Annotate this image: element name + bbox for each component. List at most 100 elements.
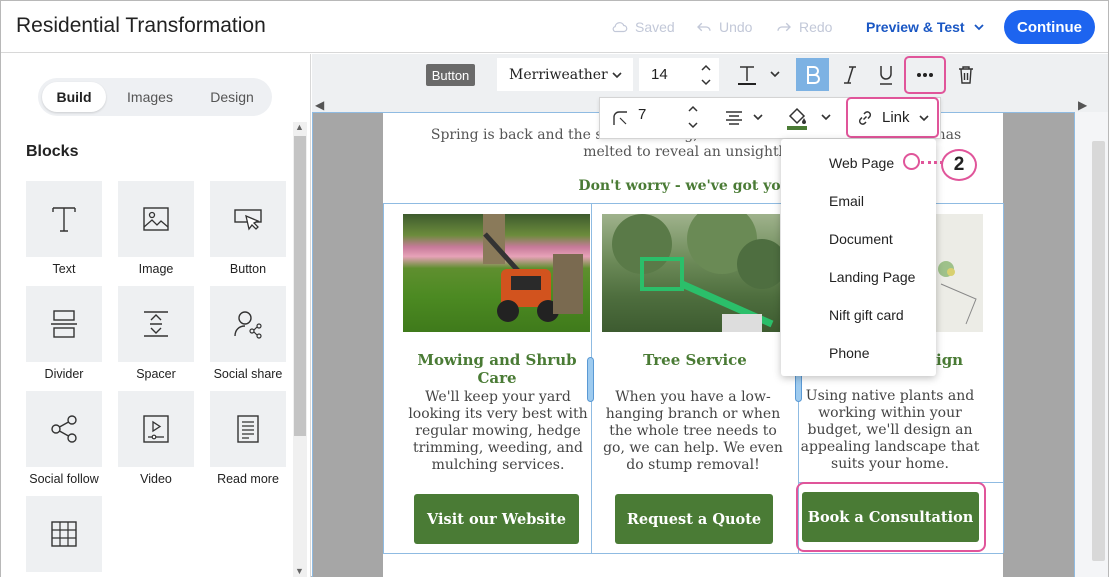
campaign-title[interactable]: Residential Transformation bbox=[16, 14, 266, 38]
preview-test-button[interactable]: Preview & Test bbox=[866, 19, 985, 35]
block-video[interactable] bbox=[118, 391, 194, 467]
text-color-icon bbox=[737, 65, 756, 85]
tab-images[interactable]: Images bbox=[115, 82, 185, 112]
callout-marker bbox=[903, 153, 920, 170]
link-label: Link bbox=[882, 109, 910, 126]
mower-illustration bbox=[483, 214, 583, 322]
menu-item-nift-gift-card[interactable]: Nift gift card bbox=[829, 307, 904, 323]
block-label: Social follow bbox=[29, 472, 99, 486]
section-divider bbox=[383, 553, 1003, 554]
text-icon bbox=[52, 207, 76, 232]
social-share-icon bbox=[234, 311, 262, 339]
stepper-arrows-icon[interactable] bbox=[686, 101, 700, 133]
continue-button[interactable]: Continue bbox=[1004, 10, 1095, 44]
lawn-mowing-photo[interactable] bbox=[403, 214, 590, 332]
read-more-icon bbox=[237, 415, 259, 443]
table-icon bbox=[51, 521, 77, 547]
corner-radius-icon bbox=[612, 110, 627, 125]
block-text[interactable] bbox=[26, 181, 102, 257]
more-options-button[interactable] bbox=[904, 56, 946, 94]
font-size-stepper[interactable]: 14 bbox=[639, 58, 719, 91]
block-social-follow[interactable] bbox=[26, 391, 102, 467]
italic-button[interactable] bbox=[833, 58, 866, 91]
service-description[interactable]: Using native plants and working within y… bbox=[798, 388, 982, 473]
chevron-down-icon[interactable] bbox=[752, 111, 764, 123]
more-icon bbox=[917, 73, 933, 77]
saved-status: Saved bbox=[611, 18, 675, 36]
toolbar-scroll-left-icon[interactable]: ◀ bbox=[315, 98, 324, 112]
redo-button[interactable]: Redo bbox=[775, 18, 832, 36]
block-divider[interactable] bbox=[26, 286, 102, 362]
menu-item-phone[interactable]: Phone bbox=[829, 345, 869, 361]
bold-button[interactable] bbox=[796, 58, 829, 91]
stepper-arrows-icon[interactable] bbox=[699, 61, 713, 89]
chevron-down-icon[interactable] bbox=[769, 67, 781, 85]
landscape-design-photo[interactable] bbox=[936, 214, 983, 332]
block-table[interactable] bbox=[26, 496, 102, 572]
service-title[interactable]: Mowing and Shrub Care bbox=[399, 351, 595, 387]
paint-bucket-icon bbox=[786, 107, 807, 130]
redo-label: Redo bbox=[799, 19, 833, 35]
text-color-button[interactable] bbox=[730, 58, 763, 91]
callout-connector bbox=[921, 161, 943, 164]
block-label: Video bbox=[140, 472, 172, 486]
block-read-more[interactable] bbox=[210, 391, 286, 467]
button-icon bbox=[234, 209, 262, 231]
scroll-up-icon[interactable]: ▲ bbox=[295, 122, 304, 132]
service-title[interactable]: ign bbox=[936, 351, 966, 369]
font-family-value: Merriweather bbox=[509, 66, 608, 83]
block-button[interactable] bbox=[210, 181, 286, 257]
chevron-down-icon[interactable] bbox=[820, 111, 832, 123]
undo-button[interactable]: Undo bbox=[695, 18, 752, 36]
sidebar-scroll-thumb[interactable] bbox=[294, 136, 306, 436]
toolbar-scroll-right-icon[interactable]: ▶ bbox=[1078, 98, 1087, 112]
undo-label: Undo bbox=[719, 19, 753, 35]
block-label: Spacer bbox=[136, 367, 176, 381]
callout-step-badge: 2 bbox=[941, 149, 977, 181]
block-label: Button bbox=[229, 262, 267, 276]
link-icon bbox=[858, 110, 872, 125]
tab-build[interactable]: Build bbox=[42, 82, 106, 112]
font-family-select[interactable]: Merriweather bbox=[497, 58, 633, 91]
service-title[interactable]: Tree Service bbox=[597, 351, 793, 369]
alignment-button[interactable] bbox=[717, 101, 750, 134]
service-description[interactable]: We'll keep your yard looking its very be… bbox=[403, 389, 593, 474]
book-consultation-button[interactable]: Book a Consultation bbox=[802, 492, 979, 542]
chevron-down-icon bbox=[973, 24, 984, 31]
block-label: Image bbox=[138, 262, 174, 276]
service-description[interactable]: When you have a low-hanging branch or wh… bbox=[598, 389, 788, 474]
undo-icon bbox=[697, 22, 711, 32]
block-label: Divider bbox=[44, 367, 84, 381]
block-label: Social share bbox=[213, 367, 283, 381]
button-color-button[interactable] bbox=[780, 101, 813, 134]
block-spacer[interactable] bbox=[118, 286, 194, 362]
menu-item-document[interactable]: Document bbox=[829, 231, 893, 247]
canvas-scrollbar[interactable] bbox=[1092, 141, 1105, 561]
video-icon bbox=[143, 415, 169, 443]
tree-service-photo[interactable] bbox=[602, 204, 787, 332]
underline-button[interactable] bbox=[869, 58, 902, 91]
column-resize-handle[interactable] bbox=[587, 357, 594, 402]
visit-website-button[interactable]: Visit our Website bbox=[414, 494, 579, 544]
delete-button[interactable] bbox=[949, 58, 982, 91]
menu-item-web-page[interactable]: Web Page bbox=[829, 155, 894, 171]
sidebar-tabs: Build Images Design bbox=[38, 78, 272, 116]
underline-icon bbox=[879, 65, 892, 85]
link-button[interactable]: Link bbox=[846, 97, 939, 138]
column-divider bbox=[383, 203, 384, 553]
block-social-share[interactable] bbox=[210, 286, 286, 362]
menu-item-email[interactable]: Email bbox=[829, 193, 864, 209]
padding-value[interactable]: 7 bbox=[638, 106, 646, 123]
block-image[interactable] bbox=[118, 181, 194, 257]
tab-design[interactable]: Design bbox=[196, 82, 268, 112]
preview-label: Preview & Test bbox=[866, 19, 965, 35]
block-label: Text bbox=[52, 262, 76, 276]
border-radius-button[interactable] bbox=[603, 101, 636, 134]
request-quote-button[interactable]: Request a Quote bbox=[615, 494, 773, 544]
menu-item-landing-page[interactable]: Landing Page bbox=[829, 269, 915, 285]
link-type-menu bbox=[781, 139, 936, 376]
scroll-down-icon[interactable]: ▼ bbox=[295, 566, 304, 576]
blocks-heading: Blocks bbox=[26, 143, 79, 160]
italic-icon bbox=[843, 65, 856, 84]
divider-icon bbox=[51, 310, 77, 338]
